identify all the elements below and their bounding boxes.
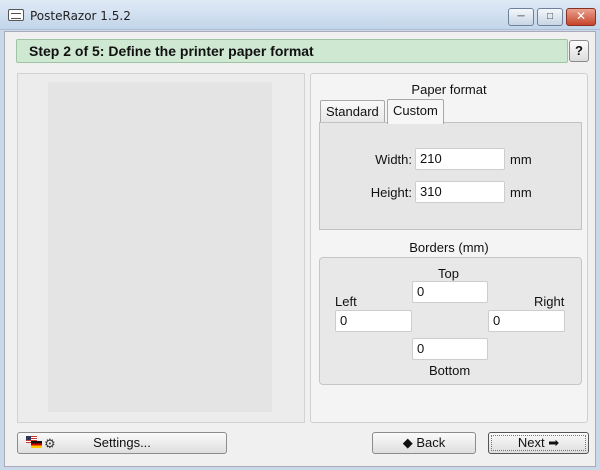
language-flags-and-tools-icon: ⚙ (26, 436, 56, 450)
settings-button[interactable]: ⚙ Settings... (17, 432, 227, 454)
width-field[interactable]: 210 (415, 148, 505, 170)
paper-format-title: Paper format (411, 82, 487, 97)
right-border-field[interactable]: 0 (488, 310, 565, 332)
help-button[interactable]: ? (569, 40, 589, 62)
height-unit: mm (510, 185, 532, 200)
main-window: Step 2 of 5: Define the printer paper fo… (4, 31, 596, 467)
width-unit: mm (510, 152, 532, 167)
width-label: Width: (375, 152, 412, 167)
borders-group: Top 0 Left 0 Right 0 0 Bottom (319, 257, 582, 385)
left-border-label: Left (335, 294, 357, 309)
top-border-field[interactable]: 0 (412, 281, 488, 303)
title-bar: PosteRazor 1.5.2 ─ □ ✕ (0, 0, 600, 30)
paper-preview-panel (17, 73, 305, 423)
step-title: Step 2 of 5: Define the printer paper fo… (16, 39, 568, 63)
left-border-field[interactable]: 0 (335, 310, 412, 332)
right-border-label: Right (534, 294, 565, 309)
settings-button-label: Settings... (93, 435, 151, 450)
bottom-border-field[interactable]: 0 (412, 338, 488, 360)
paper-preview (48, 82, 272, 412)
tools-icon: ⚙ (44, 436, 56, 451)
height-field[interactable]: 310 (415, 181, 505, 203)
top-border-label: Top (438, 266, 459, 281)
tab-standard[interactable]: Standard (320, 100, 385, 123)
next-button[interactable]: Next ➡ (488, 432, 589, 454)
bottom-border-label: Bottom (429, 363, 471, 378)
close-button[interactable]: ✕ (566, 8, 596, 26)
height-label: Height: (370, 185, 412, 200)
maximize-button[interactable]: □ (537, 8, 563, 26)
custom-format-page: Width: 210 mm Height: 310 mm (319, 122, 582, 230)
minimize-button[interactable]: ─ (508, 8, 534, 26)
borders-title: Borders (mm) (409, 240, 489, 255)
window-title: PosteRazor 1.5.2 (30, 9, 131, 23)
german-flag-icon (31, 441, 42, 448)
tab-custom[interactable]: Custom (387, 99, 444, 124)
poster-icon (8, 9, 24, 21)
settings-panel: Paper format Standard Custom Width: 210 … (310, 73, 588, 423)
back-button[interactable]: ◆ Back (372, 432, 476, 454)
